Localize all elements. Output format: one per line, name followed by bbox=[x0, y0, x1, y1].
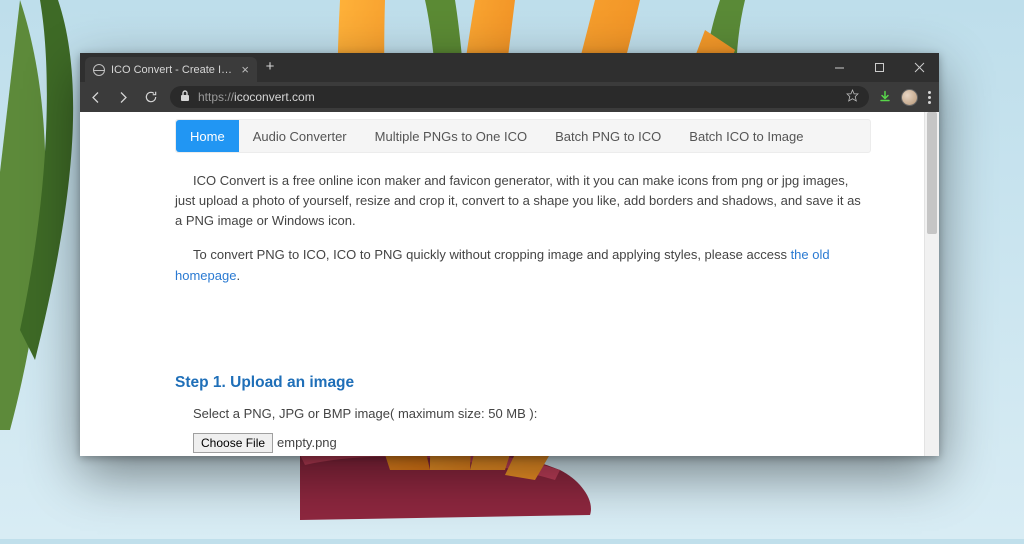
back-button[interactable] bbox=[86, 88, 104, 106]
chosen-file-name: empty.png bbox=[277, 435, 337, 450]
nav-multiple-pngs[interactable]: Multiple PNGs to One ICO bbox=[361, 120, 541, 152]
profile-avatar[interactable] bbox=[901, 89, 918, 106]
scrollbar[interactable] bbox=[924, 112, 939, 456]
close-tab-icon[interactable]: × bbox=[241, 63, 249, 76]
tab-title: ICO Convert - Create Icons From bbox=[111, 64, 235, 76]
choose-file-button[interactable]: Choose File bbox=[193, 433, 273, 453]
nav-batch-ico-to-image[interactable]: Batch ICO to Image bbox=[675, 120, 817, 152]
window-minimize-button[interactable] bbox=[819, 53, 859, 82]
nav-audio-converter[interactable]: Audio Converter bbox=[239, 120, 361, 152]
browser-tab[interactable]: ICO Convert - Create Icons From × bbox=[85, 57, 257, 82]
titlebar: ICO Convert - Create Icons From × + bbox=[80, 53, 939, 82]
select-hint: Select a PNG, JPG or BMP image( maximum … bbox=[193, 406, 871, 421]
window-maximize-button[interactable] bbox=[859, 53, 899, 82]
globe-icon bbox=[93, 64, 105, 76]
scrollbar-thumb[interactable] bbox=[927, 112, 937, 234]
forward-button[interactable] bbox=[114, 88, 132, 106]
menu-button[interactable] bbox=[928, 91, 931, 104]
lock-icon bbox=[180, 90, 190, 105]
address-bar[interactable]: https://icoconvert.com bbox=[170, 86, 869, 108]
nav-batch-png-to-ico[interactable]: Batch PNG to ICO bbox=[541, 120, 675, 152]
window-close-button[interactable] bbox=[899, 53, 939, 82]
site-navbar: Home Audio Converter Multiple PNGs to On… bbox=[175, 119, 871, 153]
reload-button[interactable] bbox=[142, 88, 160, 106]
bookmark-star-icon[interactable] bbox=[846, 89, 859, 105]
browser-toolbar: https://icoconvert.com bbox=[80, 82, 939, 112]
nav-home[interactable]: Home bbox=[176, 120, 239, 152]
download-icon[interactable] bbox=[879, 90, 891, 105]
step1-title: Step 1. Upload an image bbox=[175, 374, 871, 392]
intro-paragraph-1: ICO Convert is a free online icon maker … bbox=[175, 171, 871, 231]
page-viewport: Home Audio Converter Multiple PNGs to On… bbox=[80, 112, 939, 456]
url-text: https://icoconvert.com bbox=[198, 90, 838, 104]
intro-paragraph-2: To convert PNG to ICO, ICO to PNG quickl… bbox=[175, 245, 871, 285]
new-tab-button[interactable]: + bbox=[257, 58, 283, 75]
browser-window: ICO Convert - Create Icons From × + bbox=[80, 53, 939, 456]
